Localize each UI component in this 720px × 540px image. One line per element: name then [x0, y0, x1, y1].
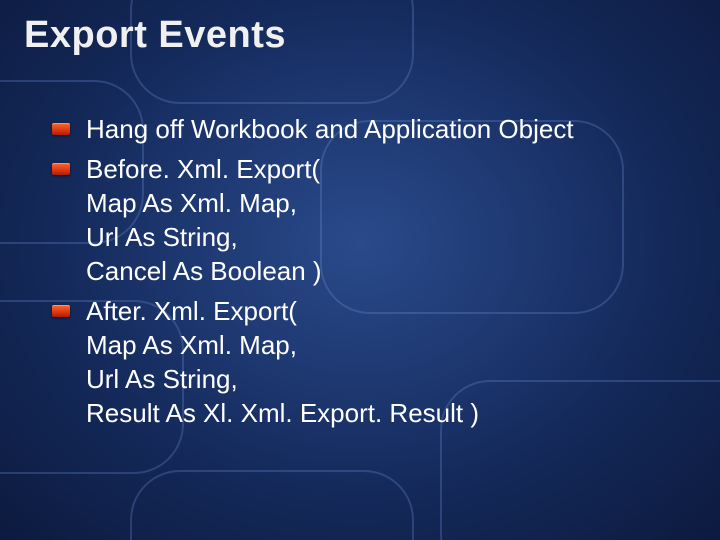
list-item-text: After. Xml. Export( Map As Xml. Map, Url…: [86, 294, 479, 430]
bullet-icon: [52, 123, 70, 135]
list-item: Before. Xml. Export( Map As Xml. Map, Ur…: [52, 152, 700, 288]
bullet-icon: [52, 305, 70, 317]
list-item-text: Before. Xml. Export( Map As Xml. Map, Ur…: [86, 152, 322, 288]
slide: Export Events Hang off Workbook and Appl…: [0, 0, 720, 540]
list-item: Hang off Workbook and Application Object: [52, 112, 700, 146]
decoration: [130, 470, 414, 540]
bullet-icon: [52, 163, 70, 175]
list-item: After. Xml. Export( Map As Xml. Map, Url…: [52, 294, 700, 430]
list-item-text: Hang off Workbook and Application Object: [86, 112, 574, 146]
slide-title: Export Events: [24, 14, 286, 57]
bullet-list: Hang off Workbook and Application Object…: [52, 112, 700, 436]
